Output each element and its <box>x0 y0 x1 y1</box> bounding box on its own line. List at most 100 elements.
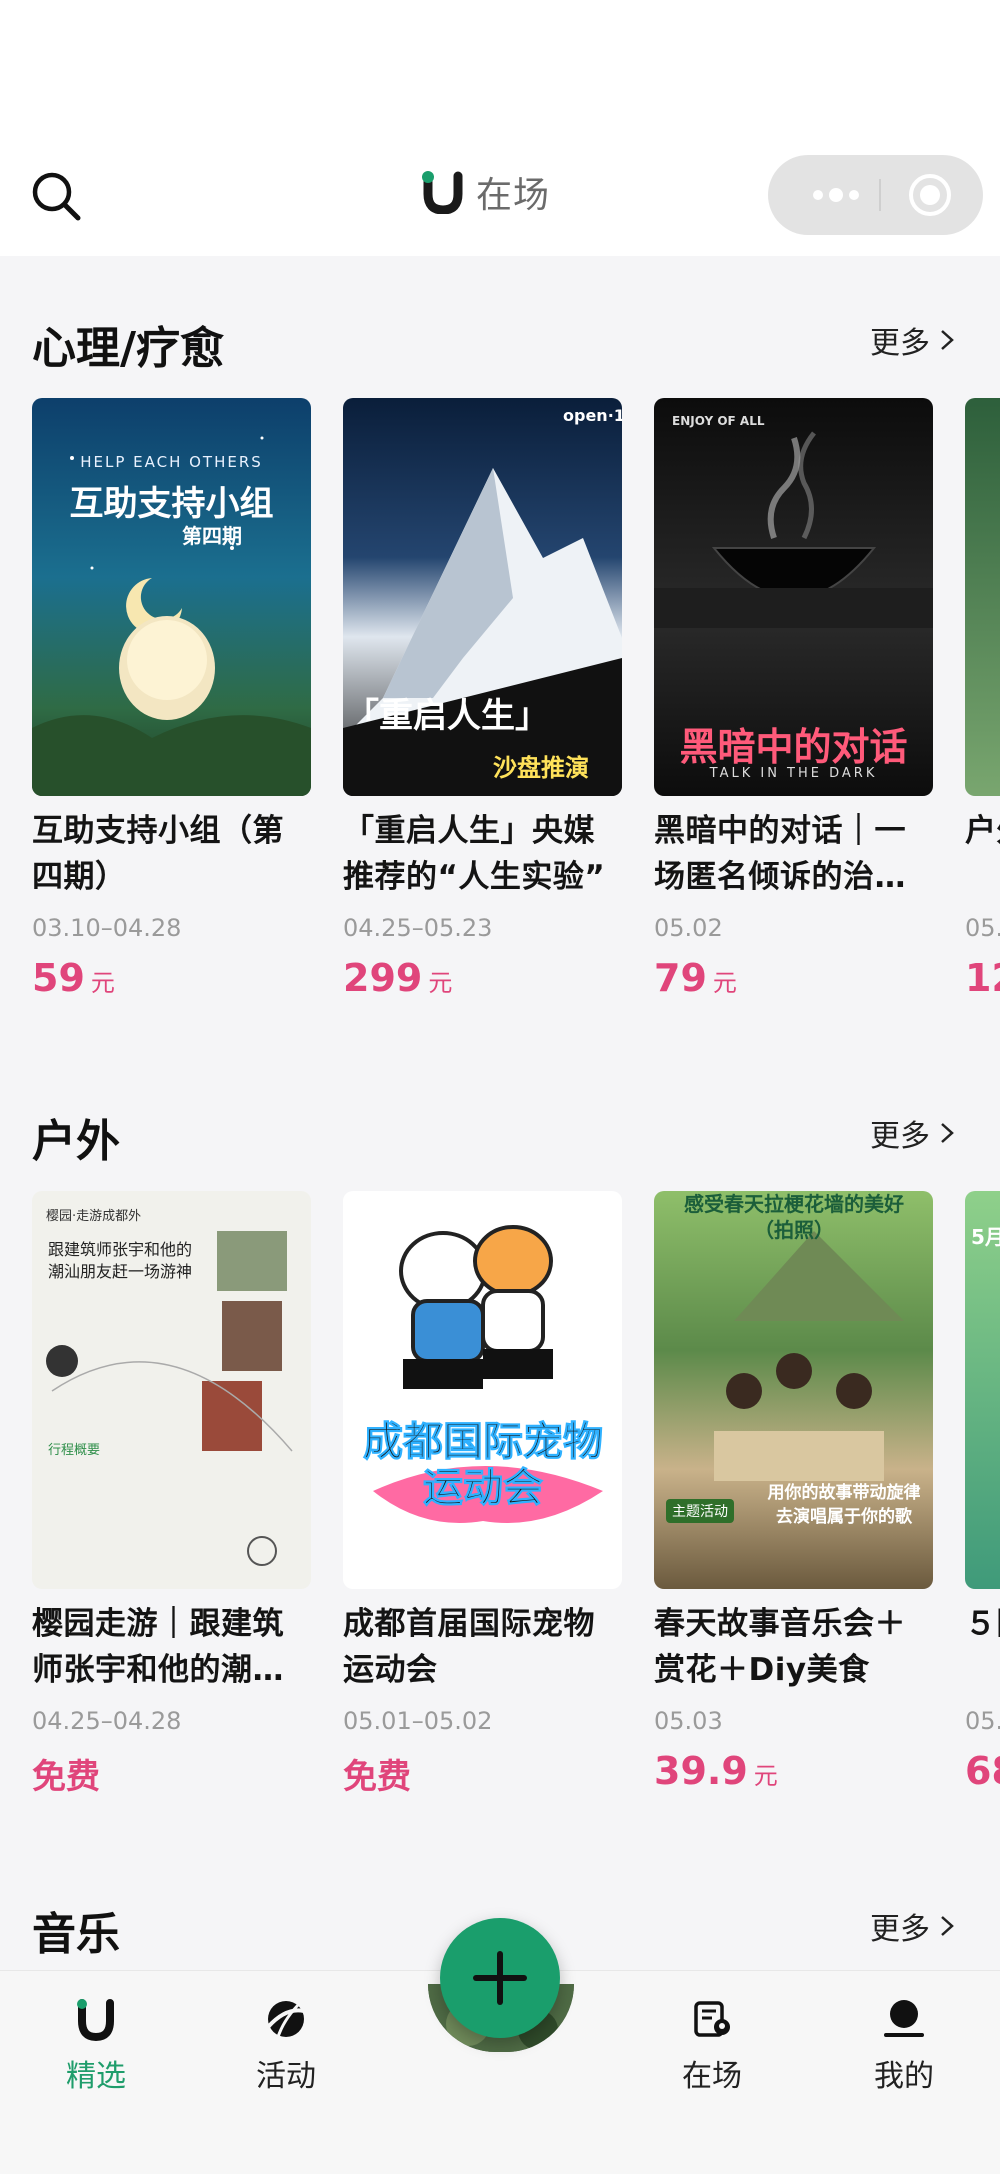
u-logo-icon <box>420 170 466 215</box>
tab-label: 我的 <box>874 2059 934 2094</box>
user-icon <box>882 1997 926 2041</box>
card-date: 05. <box>965 914 1000 942</box>
price-free: 免费 <box>343 1757 411 1797</box>
card-price: 59 元 <box>32 956 311 1004</box>
poster-extra: ENJOY OF ALL <box>672 414 765 428</box>
tab-onsite[interactable]: 在场 <box>652 1997 772 2095</box>
event-poster: HELP EACH OTHERS 互助支持小组 第四期 <box>32 398 311 796</box>
chevron-right-icon <box>941 1123 954 1143</box>
card-title: 春天故事音乐会＋赏花＋Diy美食 <box>654 1606 906 1688</box>
mini-program-capsule <box>768 155 983 235</box>
more-dots-icon[interactable] <box>798 179 898 211</box>
card-price: 免费 <box>32 1749 311 1797</box>
poster-extra: 第四期 <box>182 524 242 548</box>
event-poster: ENJOY OF ALL 黑暗中的对话 TALK IN THE DARK <box>654 398 933 796</box>
price-value: 12 <box>965 956 1000 1000</box>
card-row: HELP EACH OTHERS 互助支持小组 第四期 互助支持小组（第四期） … <box>32 398 1000 1018</box>
event-card[interactable]: 户外时光 05. 12 <box>965 398 1000 1004</box>
tab-label: 精选 <box>66 2059 126 2094</box>
poster-title: 黑暗中的对话 <box>679 725 908 769</box>
card-title: 成都首届国际宠物运动会 <box>343 1606 595 1688</box>
poster-title: 「重启人生」 <box>345 696 549 736</box>
poster-subtitle: TALK IN THE DARK <box>709 766 878 781</box>
card-date: 05. <box>965 1707 1000 1735</box>
poster-title: 5月 <box>971 1225 1000 1249</box>
price-free: 免费 <box>32 1757 100 1797</box>
card-row: 樱园·走游成都外 跟建筑师张宇和他的潮汕朋友赶一场游神 行程概要 樱园走游｜跟建… <box>32 1191 1000 1811</box>
event-poster: open·14 「重启人生」 沙盘推演 <box>343 398 622 796</box>
map-ticket-icon <box>690 1997 734 2041</box>
more-label: 更多 <box>870 1912 930 1947</box>
card-price: 79 元 <box>654 956 933 1004</box>
card-title: ５园 <box>965 1606 1000 1642</box>
card-date: 05.02 <box>654 914 723 942</box>
event-card[interactable]: ENJOY OF ALL 黑暗中的对话 TALK IN THE DARK 黑暗中… <box>654 398 933 1004</box>
u-logo-icon <box>74 1997 118 2042</box>
planet-icon <box>264 1997 308 2041</box>
price-value: 299 <box>343 956 423 1000</box>
section-title: 户外 <box>32 1116 120 1167</box>
card-price: 299 元 <box>343 956 622 1004</box>
poster-title: 感受春天拉梗花墙的美好（拍照） <box>684 1192 904 1242</box>
price-value: 59 <box>32 956 85 1000</box>
search-icon[interactable] <box>28 168 84 224</box>
event-card[interactable]: open·14 「重启人生」 沙盘推演 「重启人生」央媒推荐的“人生实验” 04… <box>343 398 622 1004</box>
card-price: 12 <box>965 956 1000 1004</box>
card-date: 05.03 <box>654 1707 723 1735</box>
event-poster <box>965 398 1000 796</box>
price-unit: 元 <box>428 969 453 997</box>
section-title: 心理/疗愈 <box>32 323 225 374</box>
price-unit: 元 <box>90 969 115 997</box>
event-card[interactable]: 成都国际宠物运动会 成都首届国际宠物运动会 05.01–05.02 免费 <box>343 1191 622 1797</box>
poster-subtitle: 沙盘推演 <box>493 754 589 782</box>
app-logo: 在场 <box>420 170 550 216</box>
card-date: 04.25–04.28 <box>32 1707 182 1735</box>
tab-activities[interactable]: 活动 <box>226 1997 346 2095</box>
card-date: 05.01–05.02 <box>343 1707 493 1735</box>
more-link[interactable]: 更多 <box>870 1111 956 1155</box>
page: 在场 心理/疗愈 更多 HELP EACH OTHERS 互助支持小组 第四期 … <box>0 0 1000 2174</box>
more-label: 更多 <box>870 1119 930 1154</box>
card-title: 「重启人生」央媒推荐的“人生实验” <box>343 813 606 895</box>
tab-label: 活动 <box>256 2059 316 2094</box>
poster-title: 互助支持小组 <box>69 484 274 524</box>
price-value: 79 <box>654 956 707 1000</box>
plus-icon <box>473 1951 527 2005</box>
poster-extra: 主题活动 <box>666 1499 734 1523</box>
price-value: 68 <box>965 1749 1000 1793</box>
event-card[interactable]: HELP EACH OTHERS 互助支持小组 第四期 互助支持小组（第四期） … <box>32 398 311 1004</box>
card-price: 免费 <box>343 1749 622 1797</box>
price-unit: 元 <box>712 969 737 997</box>
card-title: 黑暗中的对话｜一场匿名倾诉的治… <box>654 813 906 895</box>
chevron-right-icon <box>941 330 954 350</box>
app-name: 在场 <box>476 175 551 216</box>
card-title: 樱园走游｜跟建筑师张宇和他的潮… <box>32 1606 284 1688</box>
event-poster: 感受春天拉梗花墙的美好（拍照） 主题活动 用你的故事带动旋律 去演唱属于你的歌 <box>654 1191 933 1589</box>
price-value: 39.9 <box>654 1749 748 1793</box>
event-card[interactable]: 樱园·走游成都外 跟建筑师张宇和他的潮汕朋友赶一场游神 行程概要 樱园走游｜跟建… <box>32 1191 311 1797</box>
more-link[interactable]: 更多 <box>870 1904 956 1948</box>
event-card[interactable]: 感受春天拉梗花墙的美好（拍照） 主题活动 用你的故事带动旋律 去演唱属于你的歌 … <box>654 1191 933 1797</box>
more-label: 更多 <box>870 326 930 361</box>
top-bar: 在场 <box>0 0 1000 256</box>
poster-extra: open·14 <box>563 406 622 425</box>
event-card[interactable]: 5月 ５园 05. 68 <box>965 1191 1000 1797</box>
poster-title: 跟建筑师张宇和他的潮汕朋友赶一场游神 <box>48 1240 193 1281</box>
section-outdoor: 户外 更多 樱园·走游成都外 跟建筑师张宇和他的潮汕朋友赶一场游神 行程概要 樱… <box>0 1105 1000 1825</box>
card-title: 户外时光 <box>965 813 1000 849</box>
event-poster: 成都国际宠物运动会 <box>343 1191 622 1589</box>
card-title: 互助支持小组（第四期） <box>32 813 284 895</box>
section-title: 音乐 <box>32 1909 120 1960</box>
event-poster: 樱园·走游成都外 跟建筑师张宇和他的潮汕朋友赶一场游神 行程概要 <box>32 1191 311 1589</box>
tab-mine[interactable]: 我的 <box>844 1997 964 2095</box>
poster-extra: 樱园·走游成都外 <box>46 1209 142 1224</box>
poster-subtitle: 用你的故事带动旋律 去演唱属于你的歌 <box>767 1483 921 1527</box>
poster-subtitle: HELP EACH OTHERS <box>80 453 263 471</box>
card-price: 68 <box>965 1749 1000 1797</box>
more-link[interactable]: 更多 <box>870 318 956 362</box>
create-button[interactable] <box>440 1918 560 2038</box>
tab-featured[interactable]: 精选 <box>36 1997 156 2095</box>
price-unit: 元 <box>753 1762 778 1790</box>
tab-label: 在场 <box>682 2059 742 2094</box>
close-target-icon[interactable] <box>906 171 954 219</box>
